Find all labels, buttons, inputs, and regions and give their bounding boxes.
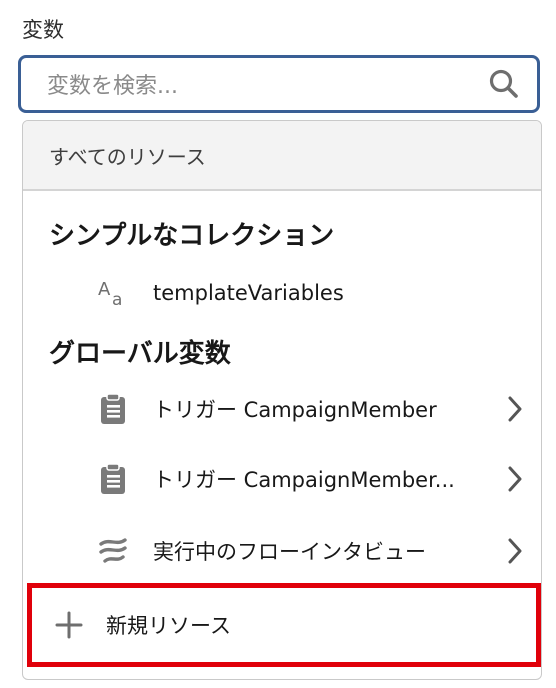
chevron-right-icon[interactable] — [505, 395, 525, 423]
new-resource-label: 新規リソース — [106, 614, 231, 638]
list-item-trigger-campaign-member-prior[interactable]: トリガー CampaignMember... — [23, 449, 541, 509]
text-type-icon: A a — [95, 275, 131, 311]
list-item-template-variables[interactable]: A a templateVariables — [23, 263, 541, 323]
field-label: 変数 — [22, 18, 64, 42]
list-item-label: トリガー CampaignMember — [153, 398, 437, 422]
search-input[interactable]: 変数を検索... — [18, 55, 540, 113]
clipboard-icon — [95, 391, 131, 427]
plus-icon — [55, 611, 83, 639]
chevron-right-icon[interactable] — [505, 465, 525, 493]
all-resources-header[interactable]: すべてのリソース — [23, 121, 541, 191]
clipboard-icon — [95, 461, 131, 497]
list-item-flow-interview[interactable]: 実行中のフローインタビュー — [23, 521, 541, 581]
list-item-label: トリガー CampaignMember... — [153, 468, 455, 492]
list-item-label: 実行中のフローインタビュー — [153, 540, 426, 564]
chevron-right-icon[interactable] — [505, 537, 525, 565]
list-item-label: templateVariables — [153, 281, 344, 305]
search-placeholder[interactable]: 変数を検索... — [47, 68, 487, 100]
section-heading-global-variables: グローバル変数 — [49, 339, 231, 369]
svg-text:a: a — [112, 290, 122, 310]
section-heading-simple-collection: シンプルなコレクション — [49, 221, 335, 251]
svg-text:A: A — [98, 279, 111, 300]
new-resource-button[interactable]: 新規リソース — [27, 583, 541, 667]
list-item-trigger-campaign-member[interactable]: トリガー CampaignMember — [23, 379, 541, 439]
flow-icon — [95, 533, 131, 569]
search-icon[interactable] — [487, 67, 521, 101]
